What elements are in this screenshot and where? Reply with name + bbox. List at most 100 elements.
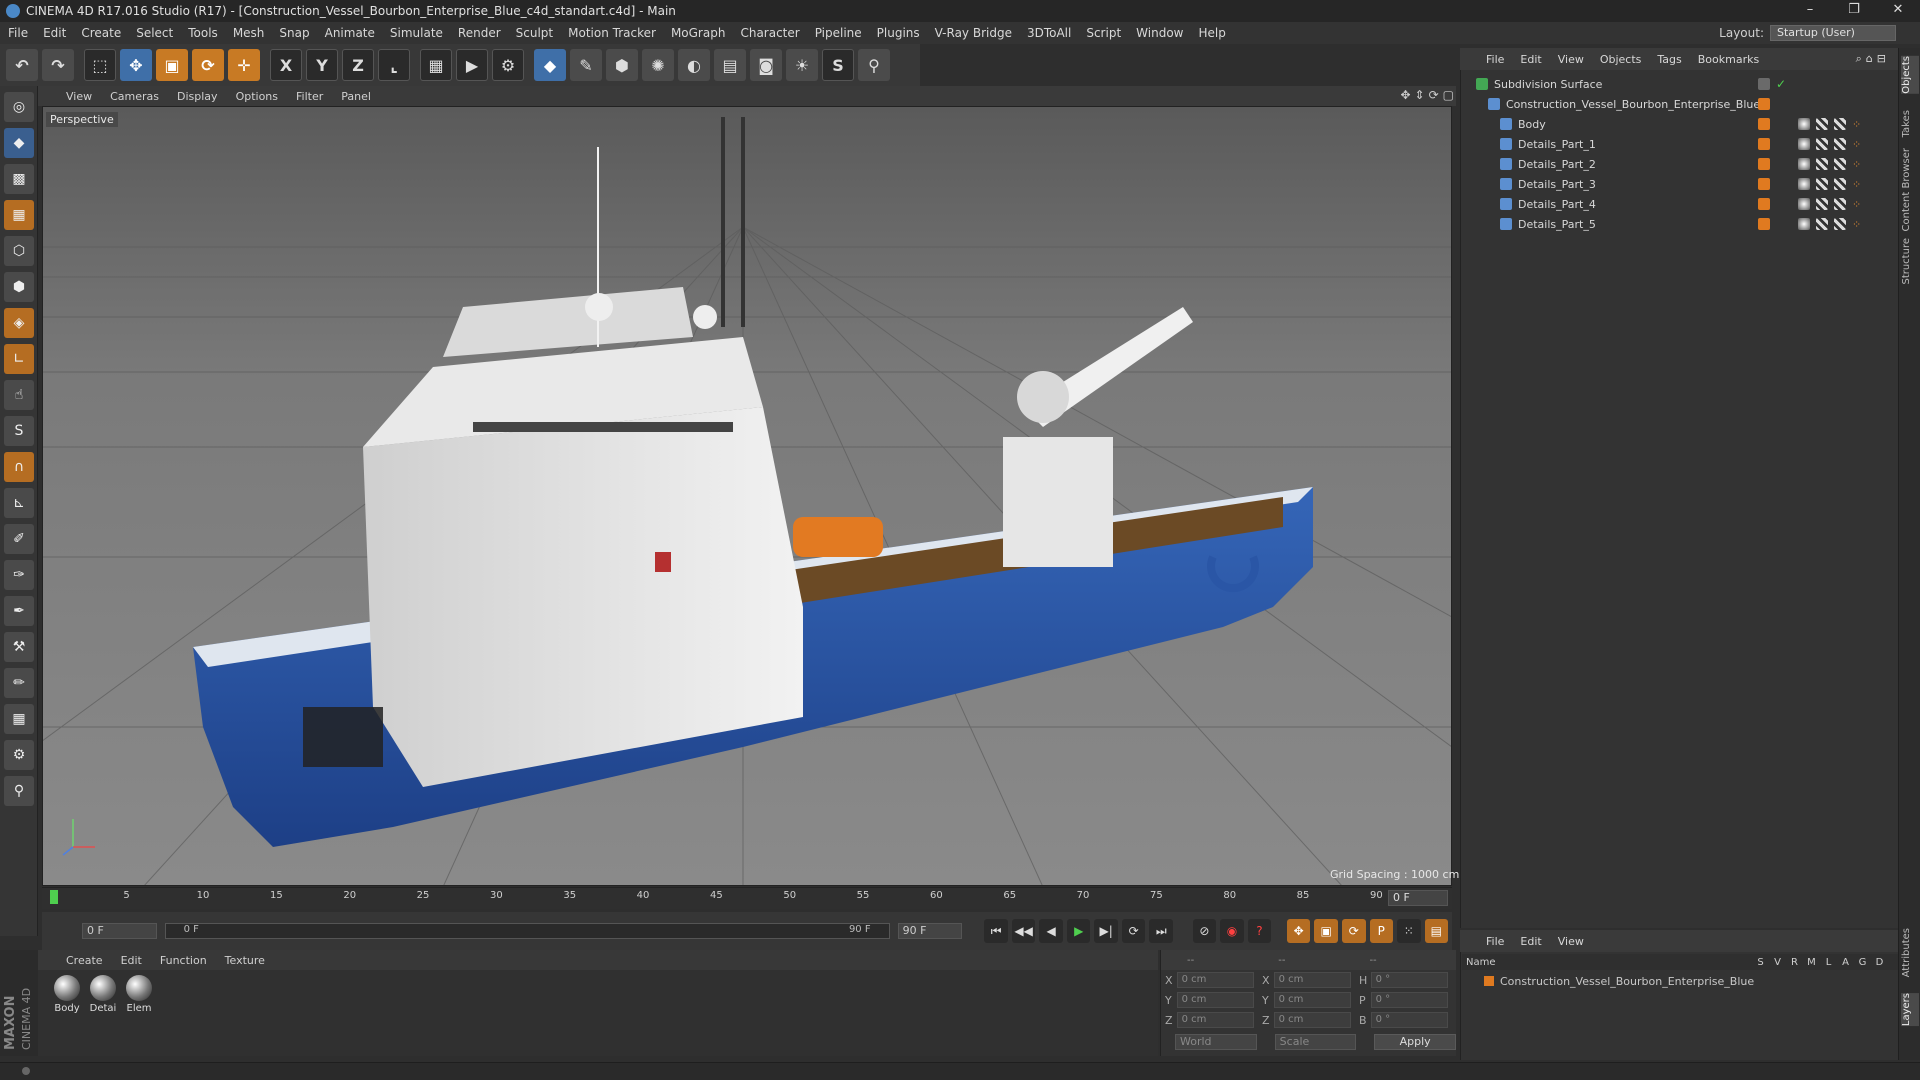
restore-button[interactable]: ❐ xyxy=(1832,0,1876,22)
menu-file[interactable]: File xyxy=(8,26,28,40)
maximize-viewport-icon[interactable]: ▢ xyxy=(1443,88,1454,102)
menu-tools[interactable]: Tools xyxy=(188,26,218,40)
keyframe-selection-icon[interactable]: ? xyxy=(1247,919,1272,943)
play-icon[interactable]: ▶ xyxy=(1066,919,1091,943)
solo-icon[interactable]: ⚙ xyxy=(4,740,34,770)
tab-takes[interactable]: Takes xyxy=(1901,110,1919,137)
object-manager-tools-icon[interactable]: ⌕⌂⊟ xyxy=(1856,52,1890,66)
material-menu-function[interactable]: Function xyxy=(160,954,207,967)
sculpt-flatten-icon[interactable]: ✏ xyxy=(4,668,34,698)
checker-tag-icon[interactable] xyxy=(1816,198,1828,210)
axis-mode-icon[interactable]: ∟ xyxy=(4,344,34,374)
edges-mode-icon[interactable]: ⬢ xyxy=(4,272,34,302)
rotation-h-field[interactable]: 0 ° xyxy=(1370,972,1448,988)
object-name[interactable]: Details_Part_4 xyxy=(1518,198,1596,211)
move-icon[interactable]: ✥ xyxy=(120,49,152,81)
viewport-menu-display[interactable]: Display xyxy=(177,90,218,103)
viewport-menu-view[interactable]: View xyxy=(66,90,92,103)
light-icon[interactable]: ☀ xyxy=(786,49,818,81)
3d-viewport[interactable] xyxy=(42,106,1452,886)
autokey-icon[interactable]: ◉ xyxy=(1220,919,1244,943)
checker-tag-icon[interactable] xyxy=(1834,218,1846,230)
coordinate-system-icon[interactable]: ⌞ xyxy=(378,49,410,81)
layers-menu-file[interactable]: File xyxy=(1486,935,1504,948)
next-frame-icon[interactable]: ▶| xyxy=(1094,919,1118,943)
tab-layers[interactable]: Layers xyxy=(1901,993,1919,1027)
key-position-icon[interactable]: ✥ xyxy=(1286,919,1311,943)
menu-render[interactable]: Render xyxy=(458,26,501,40)
spline-pen-icon[interactable]: ✎ xyxy=(570,49,602,81)
previous-key-icon[interactable]: ◀◀ xyxy=(1011,919,1036,943)
menu-vray-bridge[interactable]: V-Ray Bridge xyxy=(935,26,1012,40)
python-script-icon[interactable]: ⚲ xyxy=(4,776,34,806)
position-x-field[interactable]: 0 cm xyxy=(1176,972,1254,988)
checker-tag-icon[interactable] xyxy=(1816,118,1828,130)
render-view-icon[interactable]: ▦ xyxy=(420,49,452,81)
tab-objects[interactable]: Objects xyxy=(1901,56,1919,94)
live-selection-icon[interactable]: ⬚ xyxy=(84,49,116,81)
polygons-mode-icon[interactable]: ◈ xyxy=(4,308,34,338)
orbit-icon[interactable]: ⟳ xyxy=(1429,88,1439,102)
scale-icon[interactable]: ▣ xyxy=(156,49,188,81)
edit-render-settings-icon[interactable]: ⚙ xyxy=(492,49,524,81)
python-icon[interactable]: ⚲ xyxy=(858,49,890,81)
menu-plugins[interactable]: Plugins xyxy=(877,26,920,40)
size-mode-dropdown[interactable]: Scale xyxy=(1274,1034,1357,1050)
menu-animate[interactable]: Animate xyxy=(325,26,375,40)
object-name[interactable]: Details_Part_2 xyxy=(1518,158,1596,171)
menu-window[interactable]: Window xyxy=(1136,26,1183,40)
object-row[interactable]: Details_Part_1 ⁘ xyxy=(1462,134,1898,154)
layers-menu-edit[interactable]: Edit xyxy=(1520,935,1541,948)
array-icon[interactable]: ✺ xyxy=(642,49,674,81)
redo-icon[interactable]: ↷ xyxy=(42,49,74,81)
menu-mograph[interactable]: MoGraph xyxy=(671,26,726,40)
material-body[interactable]: Body xyxy=(52,975,82,1014)
object-name[interactable]: Construction_Vessel_Bourbon_Enterprise_B… xyxy=(1506,98,1760,111)
object-row[interactable]: Subdivision Surface ✓ xyxy=(1462,74,1898,94)
objects-menu-view[interactable]: View xyxy=(1558,53,1584,66)
material-tag-icon[interactable] xyxy=(1798,178,1810,190)
object-name[interactable]: Subdivision Surface xyxy=(1494,78,1602,91)
y-axis-button[interactable]: Y xyxy=(306,49,338,81)
material-tag-icon[interactable] xyxy=(1798,218,1810,230)
camera-icon[interactable]: ◙ xyxy=(750,49,782,81)
material-tag-icon[interactable] xyxy=(1798,118,1810,130)
points-mode-icon[interactable]: ⬡ xyxy=(4,236,34,266)
go-to-end-icon[interactable]: ⏭ xyxy=(1149,919,1173,943)
render-picture-viewer-icon[interactable]: ▶ xyxy=(456,49,488,81)
end-frame-field[interactable]: 90 F xyxy=(897,923,963,939)
object-row[interactable]: Details_Part_3 ⁘ xyxy=(1462,174,1898,194)
deformer-icon[interactable]: ◐ xyxy=(678,49,710,81)
menu-snap[interactable]: Snap xyxy=(279,26,309,40)
size-y-field[interactable]: 0 cm xyxy=(1273,992,1351,1008)
menu-mesh[interactable]: Mesh xyxy=(233,26,265,40)
layer-tag-icon[interactable] xyxy=(1758,78,1770,90)
key-parameter-icon[interactable]: P xyxy=(1369,919,1394,943)
grid-lock-icon[interactable]: ▦ xyxy=(4,704,34,734)
transform-icon[interactable]: ✛ xyxy=(228,49,260,81)
magnet-icon[interactable]: ∩ xyxy=(4,452,34,482)
checker-tag-icon[interactable] xyxy=(1816,178,1828,190)
object-row[interactable]: Details_Part_5 ⁘ xyxy=(1462,214,1898,234)
make-editable-icon[interactable]: ◎ xyxy=(4,92,34,122)
timeline-window-icon[interactable]: ▤ xyxy=(1424,919,1449,943)
phong-tag-icon[interactable]: ⁘ xyxy=(1852,158,1861,171)
material-menu-texture[interactable]: Texture xyxy=(225,954,265,967)
rotation-p-field[interactable]: 0 ° xyxy=(1370,992,1448,1008)
tab-content-browser[interactable]: Content Browser xyxy=(1901,148,1919,231)
position-z-field[interactable]: 0 cm xyxy=(1176,1012,1254,1028)
phong-tag-icon[interactable]: ⁘ xyxy=(1852,218,1861,231)
object-name[interactable]: Details_Part_3 xyxy=(1518,178,1596,191)
objects-menu-objects[interactable]: Objects xyxy=(1600,53,1642,66)
layers-menu-view[interactable]: View xyxy=(1558,935,1584,948)
phong-tag-icon[interactable]: ⁘ xyxy=(1852,178,1861,191)
enabled-check-icon[interactable]: ✓ xyxy=(1776,77,1786,91)
dolly-icon[interactable]: ⇕ xyxy=(1415,88,1425,102)
model-mode-icon[interactable]: ◆ xyxy=(4,128,34,158)
object-row[interactable]: Details_Part_2 ⁘ xyxy=(1462,154,1898,174)
record-keys-icon[interactable]: ⊘ xyxy=(1192,919,1217,943)
apply-button[interactable]: Apply xyxy=(1374,1034,1456,1050)
z-axis-button[interactable]: Z xyxy=(342,49,374,81)
objects-menu-bookmarks[interactable]: Bookmarks xyxy=(1698,53,1759,66)
layer-tag-icon[interactable] xyxy=(1758,218,1770,230)
